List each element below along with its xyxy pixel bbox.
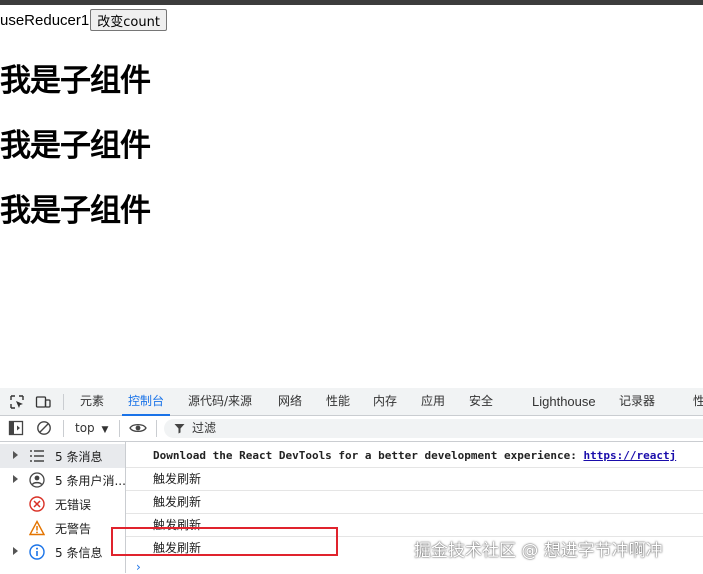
sidebar-item-errors[interactable]: 无错误 <box>0 492 125 516</box>
expand-arrow-icon <box>13 547 18 555</box>
sidebar-item-warnings[interactable]: 无警告 <box>0 516 125 540</box>
tab-memory[interactable]: 内存 <box>373 388 397 415</box>
warning-icon <box>29 520 45 536</box>
log-text: Download the React DevTools for a better… <box>153 449 584 462</box>
sidebar-item-messages[interactable]: 5 条消息 <box>0 444 125 468</box>
child-heading: 我是子组件 <box>0 128 151 164</box>
sidebar-item-label: 5 条消息 <box>55 450 103 464</box>
expand-arrow-icon <box>13 451 18 459</box>
dropdown-arrow-icon: ▼ <box>101 425 109 435</box>
sidebar-item-user-messages[interactable]: 5 条用户消... <box>0 468 126 492</box>
sidebar-item-label: 5 条用户消... <box>55 474 126 488</box>
devtools-tabbar: 元素 控制台 源代码/来源 网络 性能 内存 应用 安全 Lighthouse … <box>0 388 703 416</box>
devtools-link[interactable]: https://reactj <box>583 449 676 462</box>
watermark: 掘金技术社区 @ 想进字节冲啊冲 <box>414 541 663 561</box>
inspect-element-icon[interactable] <box>9 394 25 410</box>
change-count-button[interactable]: 改变count <box>90 9 167 31</box>
log-row: 触发刷新 <box>126 468 703 491</box>
list-icon <box>30 450 44 462</box>
tab-recorder[interactable]: 记录器 <box>619 388 655 415</box>
tab-application[interactable]: 应用 <box>421 388 445 415</box>
error-icon <box>29 496 45 512</box>
tab-sources[interactable]: 源代码/来源 <box>188 388 252 415</box>
console-sidebar: 5 条消息 5 条用户消... 无错误 无警告 5 条信息 <box>0 442 126 573</box>
reducer-line: useReducer1 改变count <box>0 9 167 31</box>
divider <box>119 420 120 437</box>
tab-lighthouse[interactable]: Lighthouse <box>532 388 596 415</box>
device-toolbar-icon[interactable] <box>35 394 51 410</box>
log-row: 触发刷新 <box>126 491 703 514</box>
log-row: Download the React DevTools for a better… <box>126 445 703 468</box>
tab-console[interactable]: 控制台 <box>121 388 171 416</box>
tab-elements[interactable]: 元素 <box>80 388 104 415</box>
log-text: 触发刷新 <box>153 472 202 486</box>
console-toolbar: top ▼ 过滤 <box>0 416 703 442</box>
reducer-text: useReducer1 <box>0 11 90 29</box>
filter-input[interactable]: 过滤 <box>164 419 703 438</box>
sidebar-item-label: 无警告 <box>55 522 92 536</box>
sidebar-item-label: 无错误 <box>55 498 92 512</box>
context-selector[interactable]: top ▼ <box>75 416 108 441</box>
tab-performance[interactable]: 性能 <box>326 388 350 415</box>
expand-arrow-icon <box>13 475 18 483</box>
user-icon <box>29 472 45 488</box>
child-heading: 我是子组件 <box>0 193 151 229</box>
divider <box>63 394 64 410</box>
tab-overflow[interactable]: 性 <box>693 388 703 415</box>
divider <box>156 420 157 437</box>
filter-placeholder: 过滤 <box>192 421 217 435</box>
tab-security[interactable]: 安全 <box>469 388 493 415</box>
clear-console-icon[interactable] <box>36 420 52 436</box>
sidebar-item-info[interactable]: 5 条信息 <box>0 540 125 564</box>
info-icon <box>29 544 45 560</box>
child-heading: 我是子组件 <box>0 63 151 99</box>
console-prompt-icon[interactable]: › <box>136 560 141 574</box>
highlight-box <box>111 527 338 556</box>
tab-network[interactable]: 网络 <box>278 388 302 415</box>
eye-icon[interactable] <box>129 421 147 435</box>
sidebar-toggle-icon[interactable] <box>8 420 24 436</box>
filter-icon <box>174 424 185 434</box>
page-content: useReducer1 改变count 我是子组件 我是子组件 我是子组件 <box>0 5 703 388</box>
context-label: top <box>75 421 95 435</box>
divider <box>63 420 64 437</box>
sidebar-item-label: 5 条信息 <box>55 546 103 560</box>
log-text: 触发刷新 <box>153 495 202 509</box>
